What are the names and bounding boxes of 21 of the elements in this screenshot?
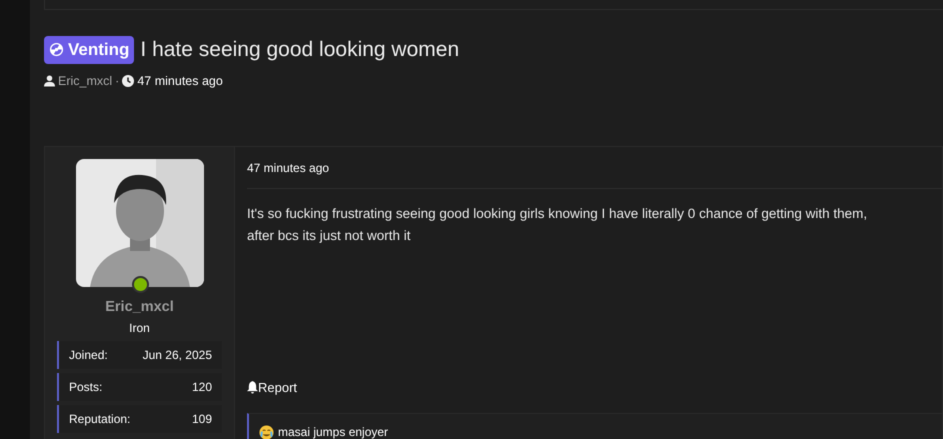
signature-text: masai jumps enjoyer	[278, 424, 388, 439]
username[interactable]: Eric_mxcl	[105, 297, 174, 319]
post-time: 47 minutes ago	[247, 160, 330, 177]
stat-value: 109	[192, 411, 212, 428]
user-icon	[44, 74, 55, 87]
clock-icon	[122, 74, 134, 87]
post-body: It's so fucking frustrating seeing good looking girls knowing I have literally 0 chance of getting with them, after bcs its just not worth it	[247, 205, 868, 246]
stat-value: 120	[192, 379, 212, 396]
stat-label: Reputation:	[69, 411, 130, 428]
thread-time: 47 minutes ago	[137, 72, 223, 90]
separator-dot: ·	[115, 72, 120, 90]
stat-label: Joined:	[69, 347, 108, 364]
stat-label: Posts:	[69, 379, 102, 396]
bell-icon	[247, 381, 258, 394]
thread-title: I hate seeing good looking women	[140, 37, 460, 63]
user-rank: Iron	[129, 320, 150, 337]
prefix-badge[interactable]: Venting	[44, 36, 134, 64]
stat-value: Jun 26, 2025	[142, 347, 212, 364]
crying-face-icon	[259, 424, 274, 439]
author-link[interactable]: Eric_mxcl	[58, 72, 112, 90]
report-button[interactable]: Report	[247, 378, 298, 398]
